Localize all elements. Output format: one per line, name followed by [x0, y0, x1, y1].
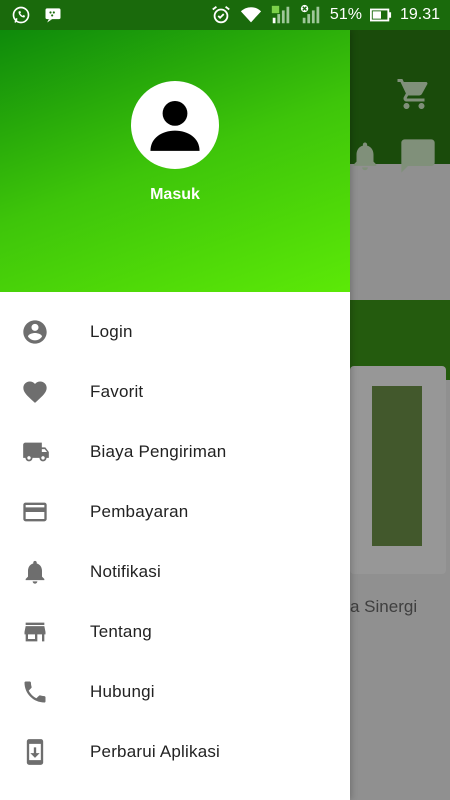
alarm-icon [210, 4, 232, 26]
menu-item-notifikasi[interactable]: Notifikasi [0, 542, 350, 602]
signal-icon [270, 4, 292, 26]
menu-item-tentang[interactable]: Tentang [0, 602, 350, 662]
menu-item-label: Notifikasi [90, 562, 161, 581]
menu-item-label: Tentang [90, 622, 152, 641]
account-circle-icon [0, 318, 90, 346]
credit-card-icon [0, 498, 90, 526]
status-bar: 51% 19.31 [0, 0, 450, 30]
menu-item-hubungi[interactable]: Hubungi [0, 662, 350, 722]
bbm-icon [42, 4, 64, 26]
menu-item-favorit[interactable]: Favorit [0, 362, 350, 422]
menu-item-label: Hubungi [90, 682, 155, 701]
menu-item-label: Biaya Pengiriman [90, 442, 227, 461]
login-prompt[interactable]: Masuk [0, 186, 350, 204]
menu-item-biaya-pengiriman[interactable]: Biaya Pengiriman [0, 422, 350, 482]
menu-item-label: Perbarui Aplikasi [90, 742, 221, 761]
truck-icon [0, 438, 90, 466]
drawer-menu: Login Favorit Biaya Pengiriman Pembayara… [0, 292, 350, 782]
menu-item-pembayaran[interactable]: Pembayaran [0, 482, 350, 542]
person-icon [150, 100, 200, 151]
menu-item-login[interactable]: Login [0, 302, 350, 362]
menu-item-perbarui-aplikasi[interactable]: Perbarui Aplikasi [0, 722, 350, 782]
store-icon [0, 618, 90, 646]
menu-item-label: Pembayaran [90, 502, 189, 521]
app-update-icon [0, 738, 90, 766]
menu-item-label: Favorit [90, 382, 144, 401]
menu-item-label: Login [90, 322, 133, 341]
avatar[interactable] [131, 81, 219, 169]
heart-icon [0, 378, 90, 406]
signal-no-sim-icon [300, 4, 322, 26]
whatsapp-icon [10, 4, 32, 26]
wifi-icon [240, 4, 262, 26]
bell-icon [0, 558, 90, 586]
navigation-drawer: Masuk Login Favorit Biaya Pengiriman Pem… [0, 30, 350, 800]
phone-icon [0, 678, 90, 706]
drawer-header: Masuk [0, 30, 350, 292]
battery-icon [369, 4, 392, 26]
clock: 19.31 [399, 6, 440, 23]
battery-percent: 51% [329, 6, 362, 23]
